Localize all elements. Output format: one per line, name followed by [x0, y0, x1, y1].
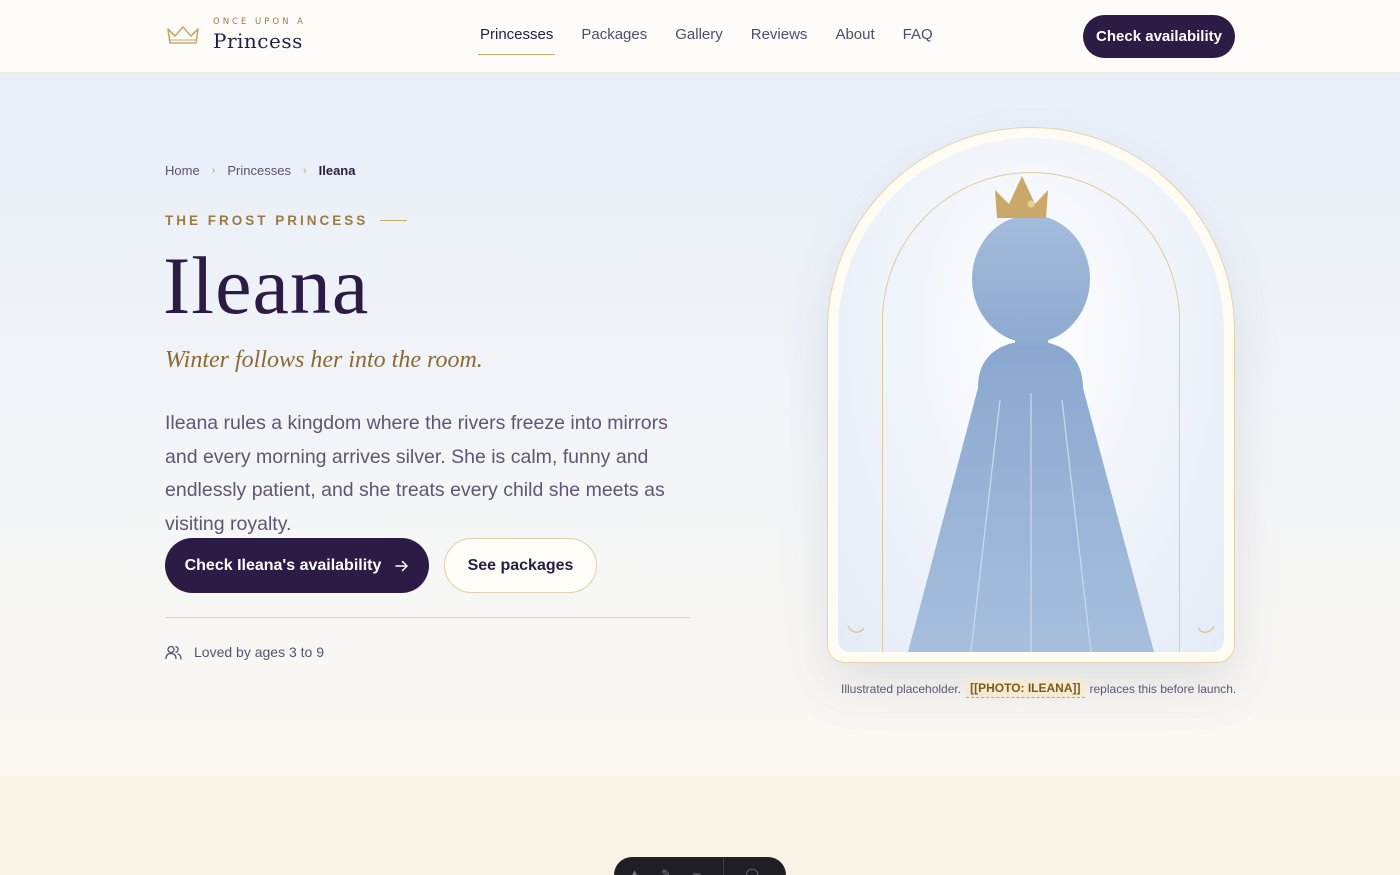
see-packages-button[interactable]: See packages	[444, 538, 597, 593]
hero-tagline: Winter follows her into the room.	[165, 347, 483, 373]
toolbar-icon-1[interactable]: ▲	[630, 867, 639, 875]
brand-logo[interactable]: ONCE UPON A Princess	[166, 14, 326, 58]
nav-link-princesses[interactable]: Princesses	[466, 0, 567, 73]
users-icon	[165, 645, 182, 660]
breadcrumb-current: Ileana	[318, 163, 356, 178]
illustration-caption: Illustrated placeholder. [[PHOTO: ILEANA…	[841, 679, 1236, 698]
main-nav: Princesses Packages Gallery Reviews Abou…	[466, 0, 947, 73]
nav-link-gallery[interactable]: Gallery	[661, 0, 737, 73]
eyebrow-text: THE FROST PRINCESS	[165, 213, 369, 228]
check-ileana-availability-button[interactable]: Check Ileana's availability	[165, 538, 429, 593]
breadcrumb: Home › Princesses › Ileana	[165, 163, 355, 178]
primary-cta-label: Check Ileana's availability	[184, 556, 382, 574]
toolbar-icon-3[interactable]: ─	[693, 867, 700, 875]
photo-placeholder-tag: [[PHOTO: ILEANA]]	[966, 679, 1085, 698]
nav-link-reviews[interactable]: Reviews	[737, 0, 822, 73]
crown-icon	[995, 176, 1048, 218]
caption-before: Illustrated placeholder.	[841, 681, 962, 696]
brand-tagline: ONCE UPON A	[213, 17, 306, 27]
caption-after: replaces this before launch.	[1089, 681, 1237, 696]
chevron-right-icon: ›	[302, 164, 307, 177]
crown-icon	[167, 26, 199, 44]
breadcrumb-princesses[interactable]: Princesses	[227, 163, 291, 178]
page-title: Ileana	[163, 240, 370, 331]
age-note-text: Loved by ages 3 to 9	[194, 644, 324, 660]
illustration-background	[838, 138, 1224, 652]
breadcrumb-home[interactable]: Home	[165, 163, 200, 178]
nav-link-about[interactable]: About	[821, 0, 888, 73]
hero-section: Home › Princesses › Ileana THE FROST PRI…	[0, 73, 1400, 776]
princess-illustration	[847, 176, 1215, 652]
hero-description: Ileana rules a kingdom where the rivers …	[165, 412, 668, 535]
lower-section: ▲ ✎ ─ ◯	[0, 776, 1400, 875]
eyebrow-line	[380, 220, 408, 221]
eyebrow-label: THE FROST PRINCESS	[165, 213, 408, 228]
top-nav: ONCE UPON A Princess Princesses Packages…	[0, 0, 1400, 73]
princess-illustration-frame	[827, 127, 1235, 663]
check-availability-button[interactable]: Check availability	[1083, 15, 1235, 58]
nav-link-faq[interactable]: FAQ	[889, 0, 947, 73]
head-shape	[972, 215, 1090, 343]
floating-toolbar: ▲ ✎ ─ ◯	[614, 857, 786, 875]
chevron-right-icon: ›	[211, 164, 216, 177]
arrow-right-icon	[395, 560, 409, 571]
toolbar-icon-4[interactable]: ◯	[746, 867, 759, 875]
nav-link-packages[interactable]: Packages	[567, 0, 661, 73]
age-note: Loved by ages 3 to 9	[165, 644, 324, 660]
toolbar-icon-2[interactable]: ✎	[661, 867, 671, 875]
divider	[165, 617, 690, 618]
brand-name: Princess	[213, 29, 303, 53]
toolbar-separator	[722, 857, 724, 875]
